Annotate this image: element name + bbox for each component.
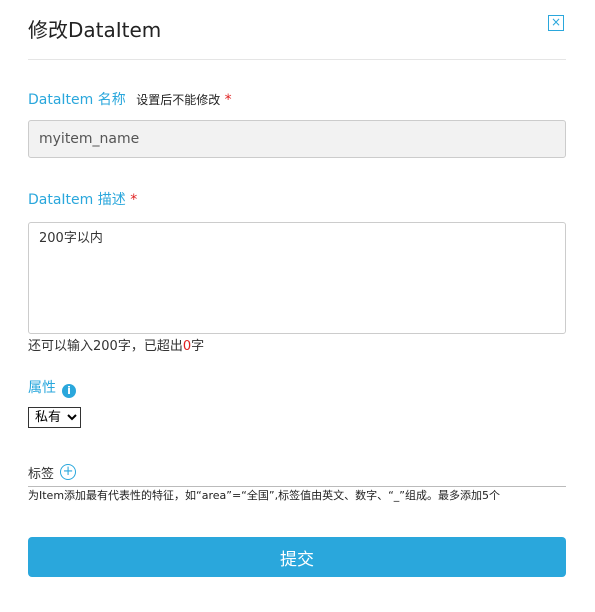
tags-help-text: 为Item添加最有代表性的特征，如“area”=“全国”,标签值由英文、数字、“… [28,489,500,502]
tags-label: 标签 [28,467,55,482]
name-input[interactable] [28,120,566,158]
tags-row: 标签 + [28,462,566,487]
submit-button[interactable]: 提交 [28,537,566,577]
counter-remaining: 200 [93,339,118,354]
counter-mid: 字，已超出 [117,339,183,354]
required-mark: * [130,192,138,208]
visibility-label: 属性 [28,380,56,396]
required-mark: * [224,92,232,108]
header-divider [28,59,566,60]
char-counter: 还可以输入200字，已超出0字 [28,338,204,356]
visibility-label-row: 属性 i [28,378,76,398]
desc-field-label: DataItem 描述 [28,192,126,208]
counter-prefix: 还可以输入 [28,339,94,354]
visibility-select[interactable]: 私有 [28,407,81,428]
description-textarea[interactable] [28,222,566,334]
name-field-hint: 设置后不能修改 [136,93,221,107]
desc-field-label-row: DataItem 描述 * [28,190,137,210]
info-icon[interactable]: i [62,384,76,398]
counter-suffix: 字 [191,339,205,354]
dialog-title: 修改DataItem [28,18,162,42]
name-field-label-row: DataItem 名称 设置后不能修改 * [28,90,232,110]
close-icon[interactable]: × [548,15,564,31]
add-tag-icon[interactable]: + [60,464,77,480]
counter-exceeded: 0 [182,339,192,354]
name-field-label: DataItem 名称 [28,92,126,108]
